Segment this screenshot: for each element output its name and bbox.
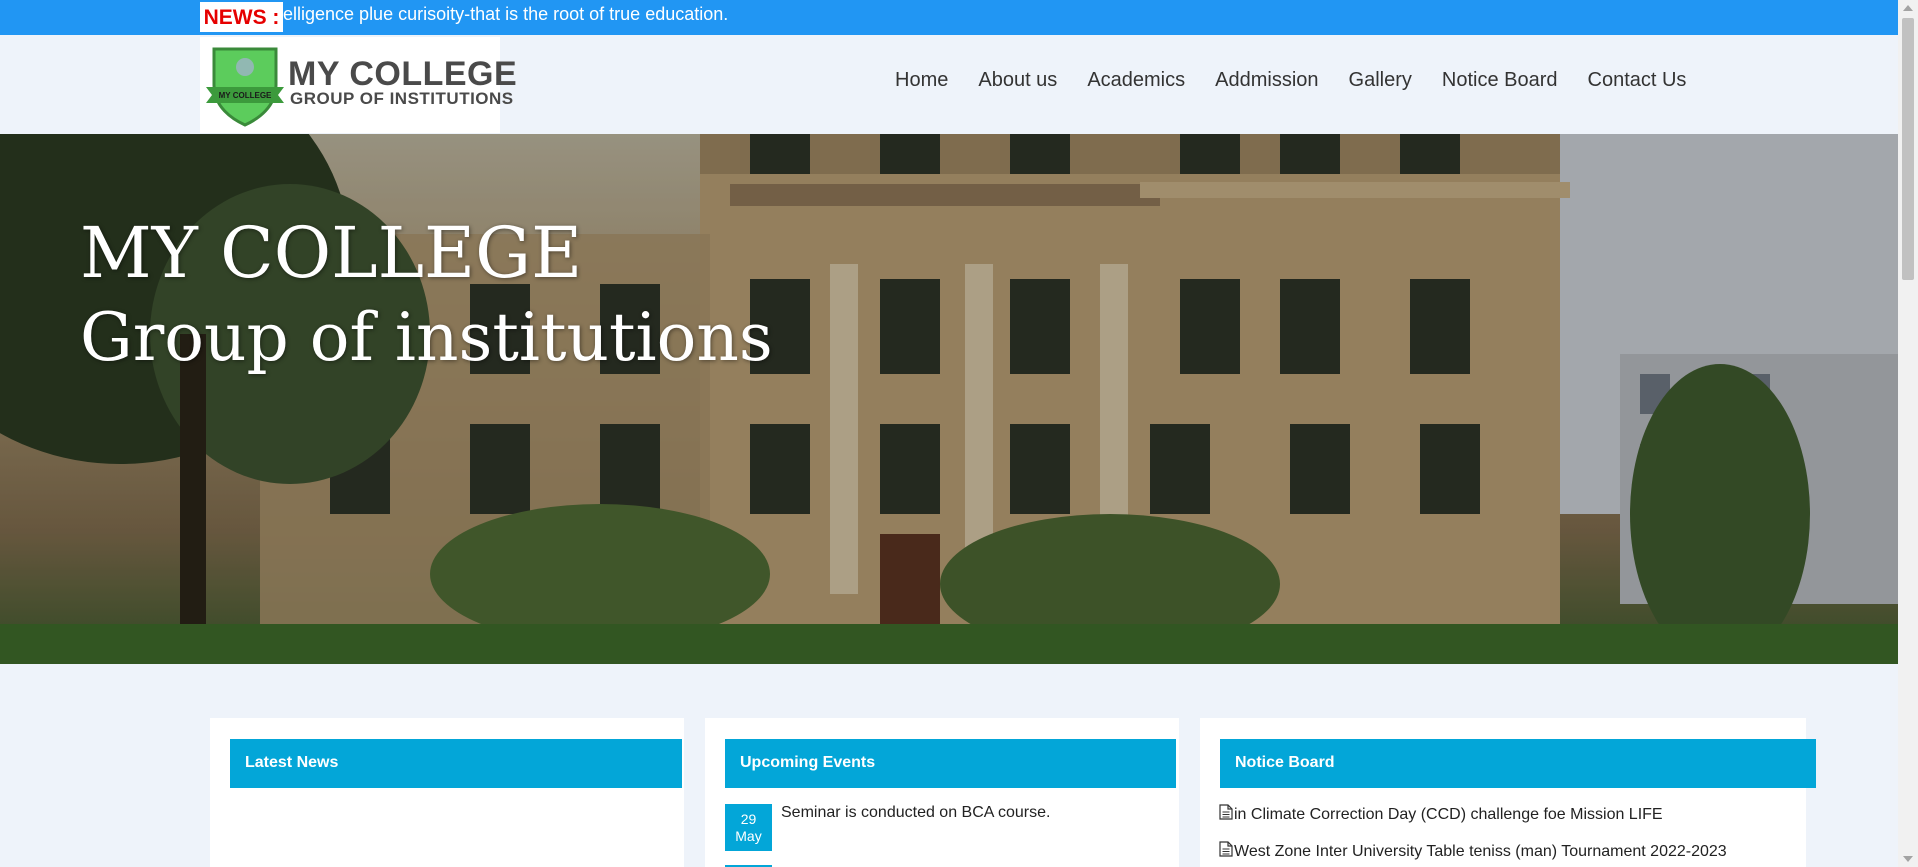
hero-subtitle: Group of institutions [80, 299, 773, 376]
logo-badge-text: MY COLLEGE [219, 91, 272, 100]
shield-logo-icon: MY COLLEGE [206, 47, 284, 127]
hero-title: MY COLLEGE [80, 212, 583, 294]
scrollbar-thumb[interactable] [1902, 18, 1914, 280]
hero-banner: MY COLLEGE Group of institutions [0, 134, 1898, 664]
nav-admission[interactable]: Addmission [1200, 65, 1333, 95]
event-day: 29 [740, 811, 757, 827]
news-ticker: NEWS : elligence plue curisoity-that is … [0, 0, 1898, 35]
notice-item[interactable]: in Climate Correction Day (CCD) challeng… [1219, 804, 1663, 824]
upcoming-events-title: Upcoming Events [725, 739, 1176, 788]
document-icon [1219, 841, 1233, 857]
document-icon [1219, 804, 1233, 820]
latest-news-panel: Latest News [210, 718, 684, 867]
logo-subtitle: GROUP OF INSTITUTIONS [290, 89, 514, 108]
event-month: May [735, 828, 762, 844]
page: NEWS : elligence plue curisoity-that is … [0, 0, 1898, 867]
nav-academics[interactable]: Academics [1072, 65, 1200, 95]
event-text[interactable]: Seminar is conducted on BCA course. [781, 804, 1050, 822]
scroll-up-arrow-icon[interactable] [1903, 5, 1913, 11]
notice-item[interactable]: West Zone Inter University Table teniss … [1219, 841, 1727, 861]
nav-gallery[interactable]: Gallery [1334, 65, 1427, 95]
nav-about-us[interactable]: About us [963, 65, 1072, 95]
nav-notice-board[interactable]: Notice Board [1427, 65, 1573, 95]
page-scrollbar[interactable] [1898, 0, 1918, 867]
main-nav: Home About us Academics Addmission Galle… [880, 65, 1701, 95]
notice-board-title: Notice Board [1220, 739, 1816, 788]
scroll-down-arrow-icon[interactable] [1903, 856, 1913, 862]
news-ticker-text[interactable]: elligence plue curisoity-that is the roo… [283, 0, 728, 29]
site-header: MY COLLEGE MY COLLEGE GROUP OF INSTITUTI… [0, 35, 1898, 134]
upcoming-events-panel: Upcoming Events 29 May Seminar is conduc… [705, 718, 1179, 867]
site-logo[interactable]: MY COLLEGE MY COLLEGE GROUP OF INSTITUTI… [200, 37, 517, 133]
event-date-badge: 29 May [725, 804, 772, 851]
notice-board-panel: Notice Board in Climate Correction Day (… [1200, 718, 1816, 867]
latest-news-title: Latest News [230, 739, 682, 788]
nav-home[interactable]: Home [880, 65, 963, 95]
nav-contact-us[interactable]: Contact Us [1573, 65, 1702, 95]
notice-item-text[interactable]: in Climate Correction Day (CCD) challeng… [1234, 806, 1663, 823]
notice-item-text[interactable]: West Zone Inter University Table teniss … [1234, 843, 1727, 860]
news-label: NEWS : [200, 2, 283, 32]
